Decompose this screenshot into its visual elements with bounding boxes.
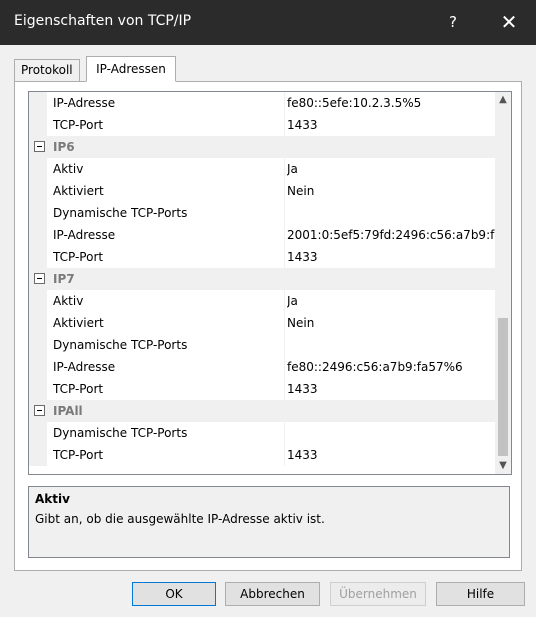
row-gutter	[29, 444, 47, 466]
column-separator	[284, 444, 285, 466]
row-gutter	[29, 334, 47, 356]
property-value[interactable]	[287, 202, 495, 224]
property-value[interactable]: fe80::5efe:10.2.3.5%5	[287, 92, 495, 114]
property-value[interactable]: 1433	[287, 246, 495, 268]
property-row[interactable]: IP-Adresse fe80::2496:c56:a7b9:fa57%6	[29, 356, 495, 378]
column-separator	[284, 334, 285, 356]
row-gutter	[29, 312, 47, 334]
cancel-button[interactable]: Abbrechen	[225, 582, 320, 606]
property-grid[interactable]: IP-Adresse fe80::5efe:10.2.3.5%5 TCP-Port 1…	[28, 91, 512, 475]
column-separator	[284, 290, 285, 312]
property-name: Aktiviert	[53, 184, 104, 198]
property-name: TCP-Port	[53, 250, 104, 264]
help-button[interactable]: Hilfe	[436, 582, 525, 606]
scroll-up-icon[interactable]: ▲	[495, 92, 511, 108]
dialog-window: Eigenschaften von TCP/IP ? ✕ Protokoll I…	[0, 0, 536, 617]
column-separator	[284, 224, 285, 246]
row-gutter	[29, 202, 47, 224]
help-icon[interactable]: ?	[440, 8, 466, 36]
property-value[interactable]: 1433	[287, 444, 495, 466]
property-value[interactable]	[287, 334, 495, 356]
category-label: IP7	[53, 272, 75, 286]
property-name: Dynamische TCP-Ports	[53, 206, 188, 220]
row-gutter	[29, 246, 47, 268]
row-gutter	[29, 356, 47, 378]
column-separator	[284, 312, 285, 334]
column-separator	[284, 114, 285, 136]
row-gutter	[29, 290, 47, 312]
property-value[interactable]: 1433	[287, 378, 495, 400]
property-name: Dynamische TCP-Ports	[53, 426, 188, 440]
collapse-icon[interactable]	[34, 141, 45, 152]
property-value[interactable]: Ja	[287, 290, 495, 312]
description-panel: Aktiv Gibt an, ob die ausgewählte IP-Adr…	[28, 486, 510, 558]
property-row[interactable]: Aktiv Ja	[29, 290, 495, 312]
property-row[interactable]: IP-Adresse fe80::5efe:10.2.3.5%5	[29, 92, 495, 114]
property-row[interactable]: TCP-Port 1433	[29, 444, 495, 466]
property-name: Aktiviert	[53, 316, 104, 330]
tab-ip-adressen[interactable]: IP-Adressen	[86, 56, 176, 82]
scrollbar-thumb[interactable]	[498, 318, 508, 456]
row-gutter	[29, 422, 47, 444]
property-row[interactable]: TCP-Port 1433	[29, 378, 495, 400]
close-icon[interactable]: ✕	[494, 8, 524, 36]
row-gutter	[29, 158, 47, 180]
row-gutter	[29, 92, 47, 114]
window-title: Eigenschaften von TCP/IP	[14, 13, 192, 29]
property-name: TCP-Port	[53, 118, 104, 132]
property-row[interactable]: Dynamische TCP-Ports	[29, 202, 495, 224]
tab-panel: IP-Adresse fe80::5efe:10.2.3.5%5 TCP-Port 1…	[14, 81, 522, 571]
property-name: IP-Adresse	[53, 360, 116, 374]
category-row[interactable]: IP6	[29, 136, 495, 158]
row-gutter	[29, 224, 47, 246]
property-row[interactable]: TCP-Port 1433	[29, 246, 495, 268]
column-separator	[284, 378, 285, 400]
column-separator	[284, 202, 285, 224]
property-name: IP-Adresse	[53, 96, 116, 110]
category-row[interactable]: IP7	[29, 268, 495, 290]
column-separator	[284, 422, 285, 444]
ok-button[interactable]: OK	[132, 582, 216, 606]
property-name: Aktiv	[53, 294, 84, 308]
category-label: IP6	[53, 140, 75, 154]
property-value[interactable]	[287, 422, 495, 444]
property-value[interactable]: Ja	[287, 158, 495, 180]
description-text: Gibt an, ob die ausgewählte IP-Adresse a…	[35, 512, 325, 526]
column-separator	[284, 158, 285, 180]
category-row[interactable]: IPAll	[29, 400, 495, 422]
property-name: TCP-Port	[53, 448, 104, 462]
collapse-icon[interactable]	[34, 405, 45, 416]
property-value[interactable]: Nein	[287, 312, 495, 334]
vertical-scrollbar[interactable]: ▲ ▼	[495, 92, 511, 474]
column-separator	[284, 356, 285, 378]
title-bar: Eigenschaften von TCP/IP ? ✕	[0, 0, 536, 45]
property-name: TCP-Port	[53, 382, 104, 396]
property-name: IP-Adresse	[53, 228, 116, 242]
row-gutter	[29, 114, 47, 136]
scroll-down-icon[interactable]: ▼	[495, 458, 511, 474]
tab-protokoll[interactable]: Protokoll	[14, 59, 80, 81]
apply-button[interactable]: Übernehmen	[330, 582, 426, 606]
column-separator	[284, 92, 285, 114]
row-gutter	[29, 378, 47, 400]
property-name: Aktiv	[53, 162, 84, 176]
property-value[interactable]: fe80::2496:c56:a7b9:fa57%6	[287, 356, 495, 378]
property-row[interactable]: Aktiviert Nein	[29, 312, 495, 334]
column-separator	[284, 246, 285, 268]
description-title: Aktiv	[35, 492, 70, 506]
category-label: IPAll	[53, 404, 83, 418]
column-separator	[284, 180, 285, 202]
collapse-icon[interactable]	[34, 273, 45, 284]
property-row[interactable]: TCP-Port 1433	[29, 114, 495, 136]
property-row[interactable]: Aktiviert Nein	[29, 180, 495, 202]
property-row[interactable]: Dynamische TCP-Ports	[29, 334, 495, 356]
row-gutter	[29, 180, 47, 202]
property-name: Dynamische TCP-Ports	[53, 338, 188, 352]
property-value[interactable]: 1433	[287, 114, 495, 136]
property-value[interactable]: Nein	[287, 180, 495, 202]
property-row[interactable]: Aktiv Ja	[29, 158, 495, 180]
property-value[interactable]: 2001:0:5ef5:79fd:2496:c56:a7b9:fa	[287, 224, 495, 246]
property-row[interactable]: Dynamische TCP-Ports	[29, 422, 495, 444]
property-row[interactable]: IP-Adresse 2001:0:5ef5:79fd:2496:c56:a7b9…	[29, 224, 495, 246]
